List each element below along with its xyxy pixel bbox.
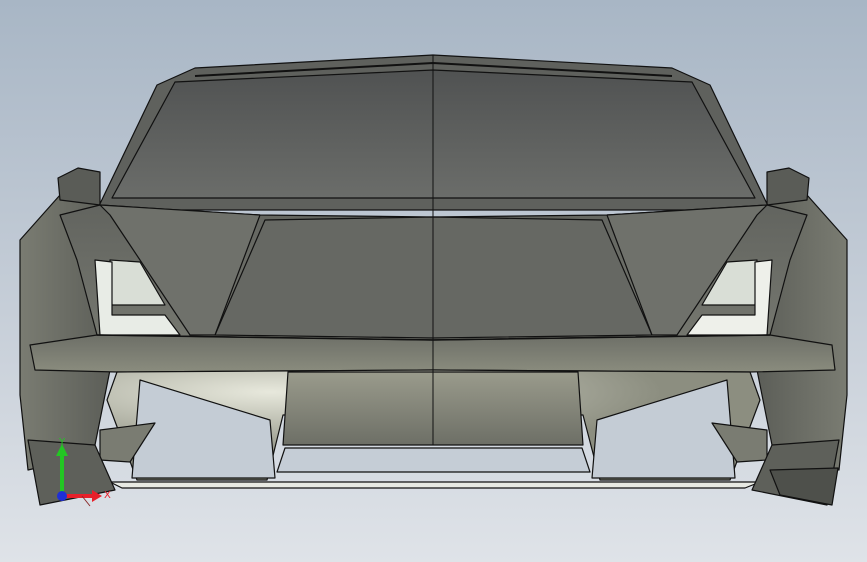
- z-axis-dot: [57, 491, 67, 501]
- right-mirror: [766, 167, 810, 206]
- front-splitter: [109, 481, 761, 489]
- orientation-triad: Y X: [56, 437, 111, 507]
- x-axis-label: X: [104, 490, 111, 501]
- left-mirror: [57, 167, 101, 206]
- x-axis-arrow: [92, 490, 102, 502]
- car-front-3d-model[interactable]: [0, 0, 867, 562]
- graphics-viewport[interactable]: Y X: [0, 0, 867, 562]
- right-blade-highlight: [769, 467, 839, 506]
- y-axis-label: Y: [58, 437, 66, 448]
- center-grille: [276, 447, 591, 473]
